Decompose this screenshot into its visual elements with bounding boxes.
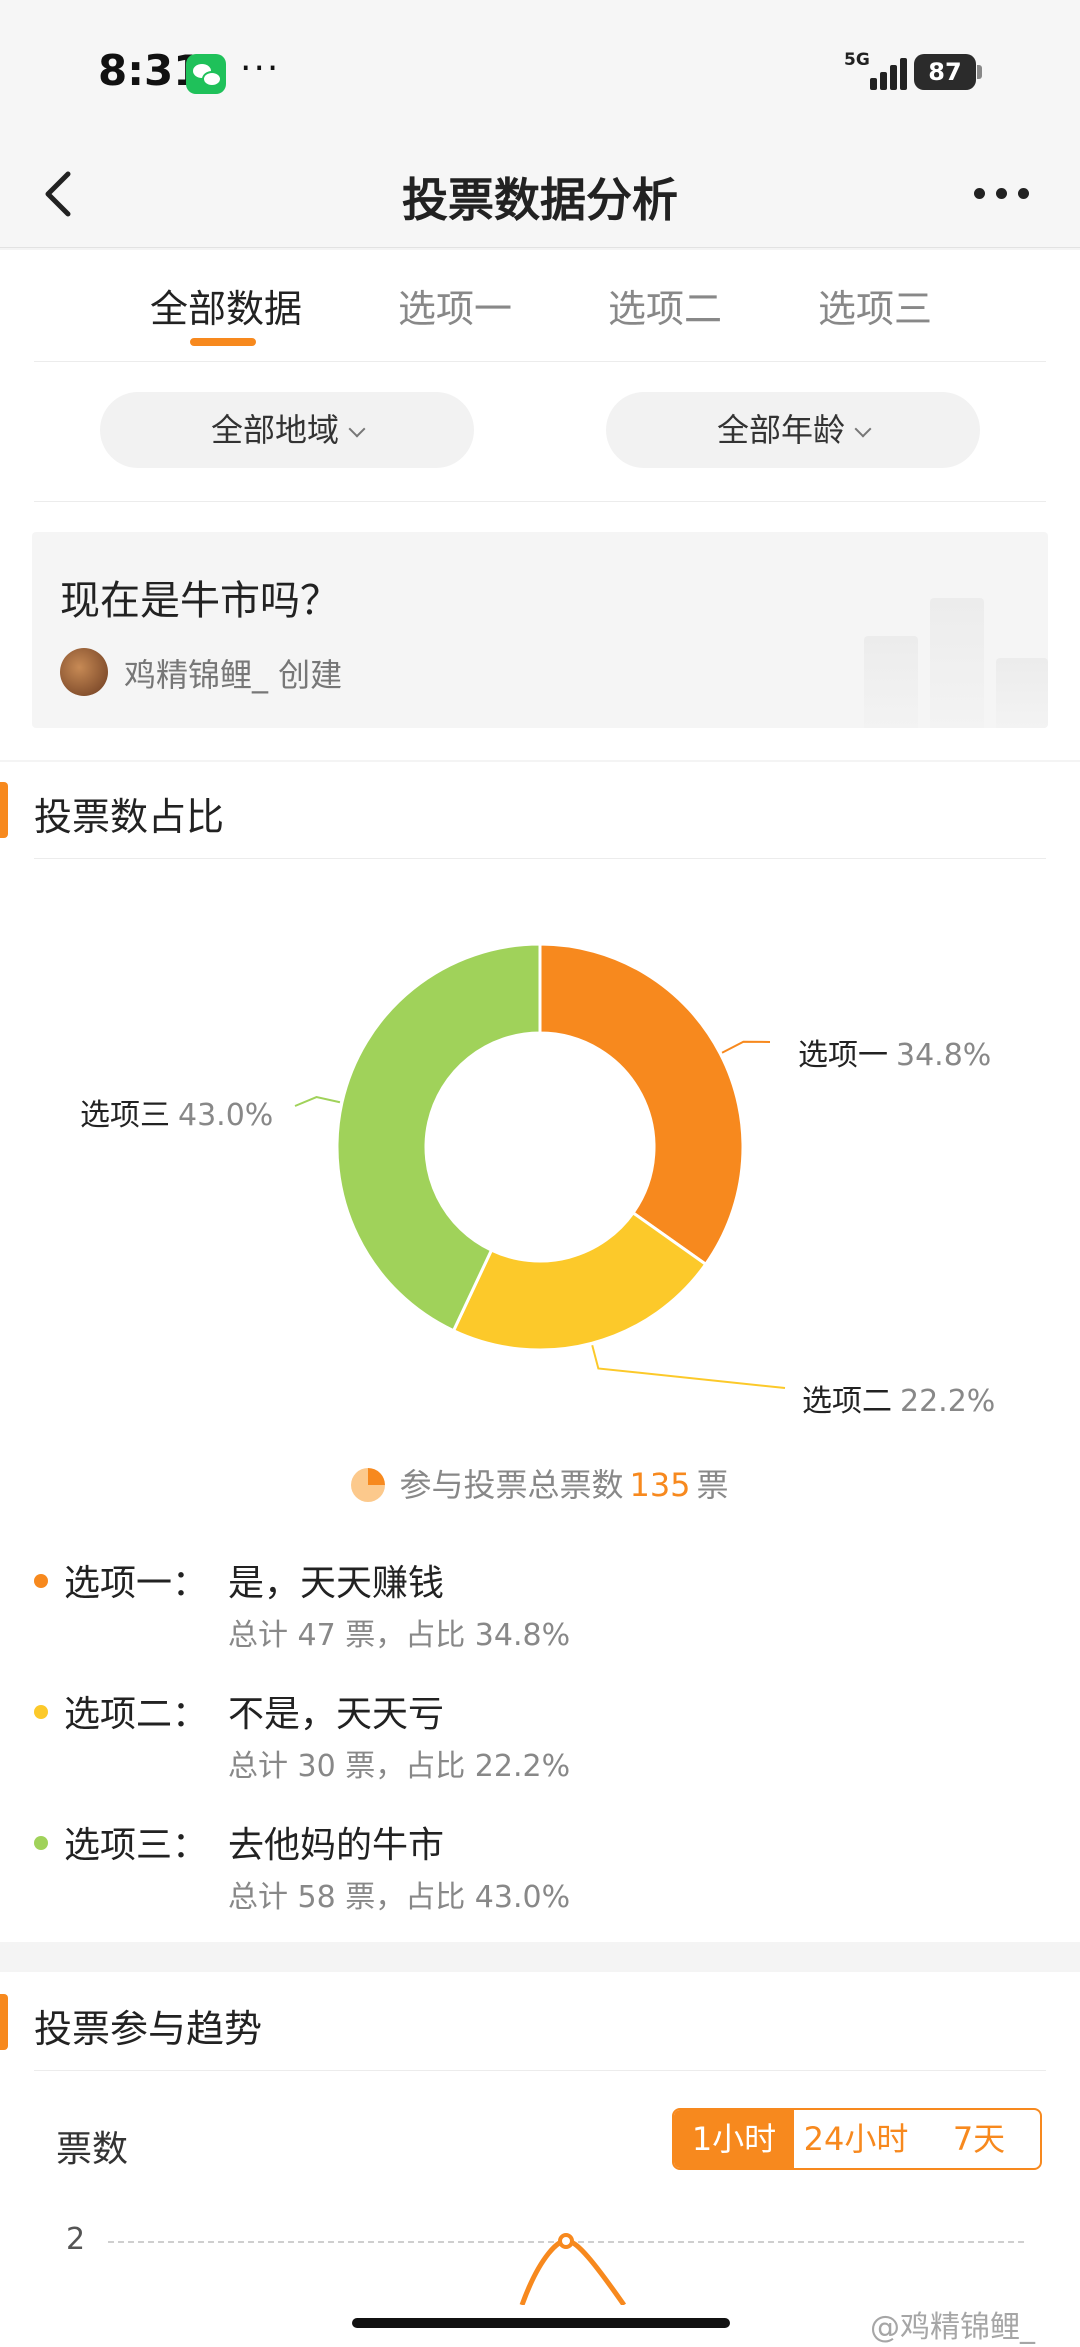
option-color-dot (34, 1705, 48, 1719)
chevron-down-icon (854, 420, 872, 438)
trend-point[interactable] (558, 2233, 574, 2249)
region-filter-label: 全部地域 (210, 411, 339, 449)
trend-line (519, 2233, 627, 2305)
divider (34, 2070, 1046, 2071)
decorative-bar (996, 658, 1048, 728)
option-text: 去他妈的牛市 (228, 1825, 445, 1866)
home-indicator[interactable] (352, 2318, 730, 2328)
status-bar: 8:31 ··· 5G 87 (0, 0, 1080, 140)
total-label: 参与投票总票数 (399, 1466, 624, 1504)
slice-name: 选项一 (798, 1038, 888, 1073)
option-item-2: 选项二： 不是，天天亏 总计 30 票，占比 22.2% (30, 1685, 1030, 1805)
tab-all-data[interactable]: 全部数据 (150, 278, 302, 333)
total-count: 135 (629, 1466, 691, 1504)
option-key: 选项二： (64, 1694, 209, 1735)
divider (34, 858, 1046, 859)
section-title: 投票数占比 (34, 795, 225, 839)
option-text: 不是，天天亏 (228, 1694, 445, 1735)
age-filter-label: 全部年龄 (716, 411, 845, 449)
wechat-icon (186, 54, 226, 94)
region-filter[interactable]: 全部地域 (100, 392, 474, 468)
chevron-down-icon (348, 420, 366, 438)
leader-line-option-3 (294, 1096, 341, 1107)
range-24h-button[interactable]: 24小时 (794, 2110, 918, 2168)
option-item-3: 选项三： 去他妈的牛市 总计 58 票，占比 43.0% (30, 1816, 1030, 1936)
slice-label-option-1: 选项一 34.8% (798, 1030, 991, 1074)
donut-chart (294, 942, 786, 1389)
section-title: 投票参与趋势 (34, 2007, 263, 2051)
slice-name: 选项三 (80, 1098, 170, 1133)
option-key: 选项三： (64, 1825, 209, 1866)
slice-percent: 34.8% (896, 1038, 992, 1073)
question-card: 现在是牛市吗？ 鸡精锦鲤_ 创建 (32, 532, 1048, 728)
range-1h-button[interactable]: 1小时 (674, 2110, 794, 2168)
question-title: 现在是牛市吗？ (60, 578, 340, 624)
more-menu-icon[interactable] (970, 182, 1034, 202)
total-unit: 票 (696, 1466, 729, 1504)
signal-icon (870, 56, 910, 90)
battery-icon: 87 (914, 54, 976, 90)
watermark: @鸡精锦鲤_ (870, 2310, 1035, 2345)
total-votes: 参与投票总票数 135 票 (0, 1460, 1080, 1506)
time-range-selector: 1小时 24小时 7天 (672, 2108, 1042, 2170)
tab-option-3[interactable]: 选项三 (818, 278, 932, 333)
divider (34, 501, 1046, 502)
creator-label: 鸡精锦鲤_ 创建 (124, 656, 343, 694)
age-filter[interactable]: 全部年龄 (606, 392, 980, 468)
slice-percent: 22.2% (900, 1384, 996, 1419)
y-tick-label: 2 (66, 2222, 86, 2257)
trend-series-line (519, 2238, 627, 2305)
option-stat: 总计 58 票，占比 43.0% (228, 1880, 571, 1915)
slice-label-option-2: 选项二 22.2% (802, 1376, 995, 1420)
option-stat: 总计 30 票，占比 22.2% (228, 1749, 571, 1784)
navigation-bar: 投票数据分析 (0, 140, 1080, 248)
battery-tip (977, 65, 982, 79)
avatar (60, 648, 108, 696)
pie-chart-icon (351, 1468, 386, 1502)
leader-line-option-2 (591, 1344, 786, 1389)
section-accent (0, 782, 8, 838)
y-axis-label: 票数 (56, 2129, 129, 2170)
option-color-dot (34, 1574, 48, 1588)
decorative-bar (864, 636, 918, 728)
slice-option-1[interactable] (538, 942, 745, 1267)
range-7d-button[interactable]: 7天 (918, 2110, 1040, 2168)
status-more-icon: ··· (240, 48, 281, 89)
option-text: 是，天天赚钱 (228, 1563, 445, 1604)
decorative-bar (930, 598, 984, 728)
option-color-dot (34, 1836, 48, 1850)
tab-option-1[interactable]: 选项一 (398, 278, 512, 333)
slice-name: 选项二 (802, 1384, 892, 1419)
leader-line-option-1 (721, 1040, 771, 1054)
slice-label-option-3: 选项三 43.0% (80, 1090, 273, 1134)
active-tab-indicator (190, 338, 256, 346)
page-title: 投票数据分析 (402, 173, 678, 227)
section-accent (0, 1994, 8, 2050)
slice-percent: 43.0% (178, 1098, 274, 1133)
tab-option-2[interactable]: 选项二 (608, 278, 722, 333)
option-key: 选项一： (64, 1563, 209, 1604)
tab-bar: 全部数据 选项一 选项二 选项三 (0, 250, 1080, 362)
option-item-1: 选项一： 是，天天赚钱 总计 47 票，占比 34.8% (30, 1554, 1030, 1674)
filter-bar: 全部地域 全部年龄 (0, 362, 1080, 502)
option-stat: 总计 47 票，占比 34.8% (228, 1618, 571, 1653)
network-type: 5G (844, 50, 870, 70)
